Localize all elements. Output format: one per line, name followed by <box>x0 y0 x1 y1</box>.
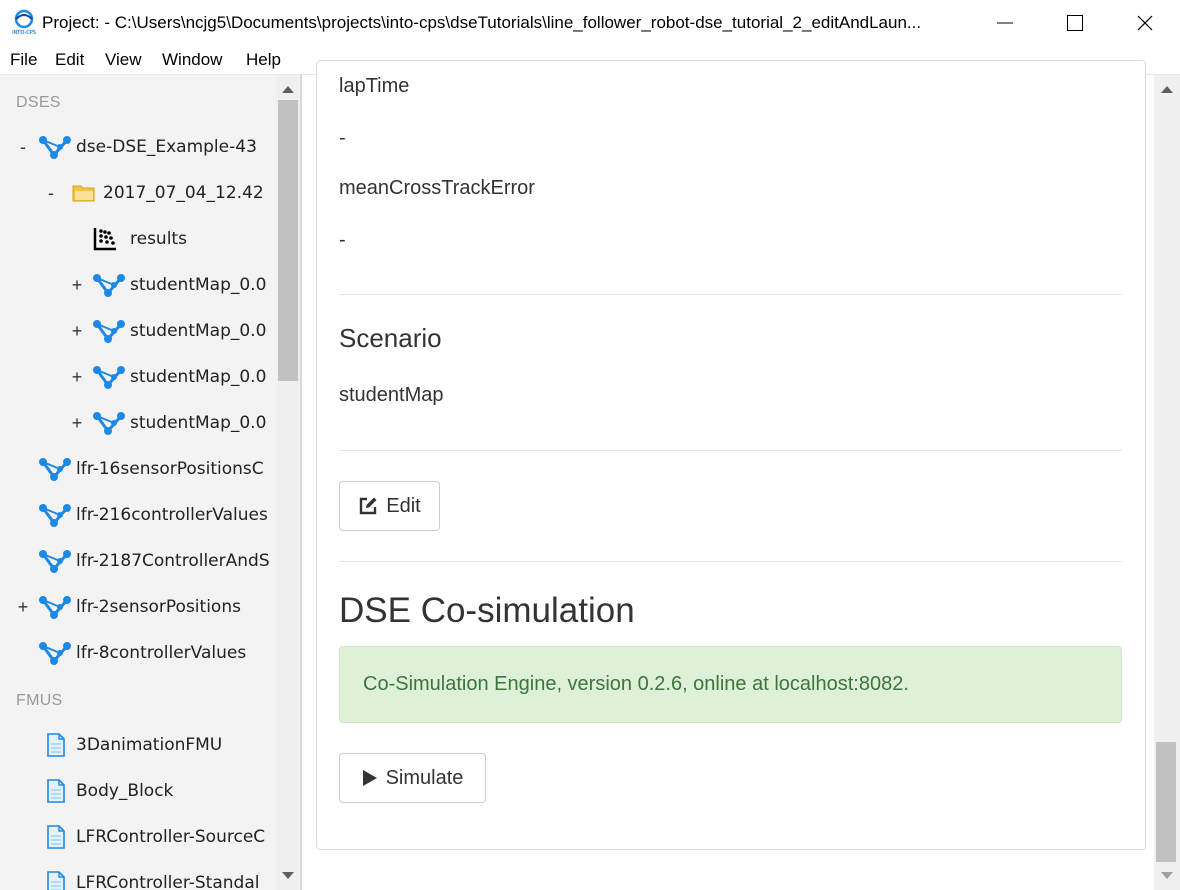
edit-icon <box>360 497 377 515</box>
dse-icon <box>38 456 72 482</box>
tree-item-label: lfr-2sensorPositions <box>76 597 241 617</box>
into-cps-app-icon: INTO-CPS <box>11 9 37 37</box>
tree-item-lfr-16sensor[interactable]: lfr-16sensorPositionsC <box>0 454 276 484</box>
tree-item-label: studentMap_0.0 <box>130 413 267 433</box>
menu-edit[interactable]: Edit <box>55 50 84 70</box>
tree-item-label: 2017_07_04_12.42 <box>103 183 264 203</box>
tree-item-label: studentMap_0.0 <box>130 321 267 341</box>
minimize-button[interactable] <box>970 0 1040 46</box>
objective-value-crosstrack: - <box>339 229 346 251</box>
minimize-icon <box>997 22 1013 24</box>
scroll-up-arrow-icon[interactable] <box>282 85 294 93</box>
tree-item-lfr-2sensor[interactable]: + lfr-2sensorPositions <box>0 592 276 622</box>
tree-item-studentmap[interactable]: + studentMap_0.0 <box>0 408 276 438</box>
folder-icon <box>72 185 95 202</box>
simulate-button[interactable]: Simulate <box>339 753 486 803</box>
cosim-status-alert: Co-Simulation Engine, version 0.2.6, onl… <box>339 646 1122 723</box>
edit-button[interactable]: Edit <box>339 481 440 531</box>
tree-item-fmu[interactable]: Body_Block <box>0 776 276 806</box>
divider <box>339 450 1122 451</box>
simulate-button-label: Simulate <box>385 766 464 789</box>
tree-item-label: lfr-16sensorPositionsC <box>76 459 264 479</box>
svg-text:INTO-CPS: INTO-CPS <box>12 30 36 36</box>
scroll-down-arrow-icon[interactable] <box>282 872 294 880</box>
dses-section-header: DSES <box>16 94 61 111</box>
expand-toggle[interactable]: + <box>70 275 84 296</box>
tree-item-dse-example[interactable]: - dse-DSE_Example-43 <box>0 132 276 162</box>
tree-item-label: lfr-2187ControllerAndS <box>76 551 270 571</box>
tree-item-label: results <box>130 229 187 249</box>
pane-divider[interactable] <box>300 75 302 890</box>
dse-icon <box>38 640 72 666</box>
maximize-button[interactable] <box>1040 0 1110 46</box>
dse-icon <box>38 548 72 574</box>
edit-button-label: Edit <box>386 494 421 517</box>
expand-toggle[interactable]: + <box>70 321 84 342</box>
tree-item-label: Body_Block <box>76 781 174 801</box>
tree-item-results[interactable]: results <box>0 224 276 254</box>
expand-toggle[interactable]: + <box>70 413 84 434</box>
menu-window[interactable]: Window <box>162 50 222 70</box>
menu-file[interactable]: File <box>10 50 37 70</box>
tree-item-results-folder[interactable]: - 2017_07_04_12.42 <box>0 178 276 208</box>
objective-name-crosstrack: meanCrossTrackError <box>339 177 535 199</box>
file-icon <box>46 871 66 890</box>
tree-item-studentmap[interactable]: + studentMap_0.0 <box>0 362 276 392</box>
dse-icon <box>38 594 72 620</box>
dse-icon <box>92 364 126 390</box>
tree-item-fmu[interactable]: 3DanimationFMU <box>0 730 276 760</box>
fmus-section-header: FMUS <box>16 692 63 709</box>
expand-toggle[interactable]: + <box>70 367 84 388</box>
tree-item-label: lfr-8controllerValues <box>76 643 247 663</box>
tree-item-lfr-8controller[interactable]: lfr-8controllerValues <box>0 638 276 668</box>
window-title: Project: - C:\Users\ncjg5\Documents\proj… <box>42 13 922 32</box>
divider <box>339 561 1122 562</box>
scatter-chart-icon <box>93 228 116 251</box>
tree-item-label: 3DanimationFMU <box>76 735 223 755</box>
cosim-status-text: Co-Simulation Engine, version 0.2.6, onl… <box>363 673 909 695</box>
scenario-value: studentMap <box>339 384 444 406</box>
tree-item-fmu[interactable]: LFRController-SourceC <box>0 822 276 852</box>
dse-icon <box>38 134 72 160</box>
tree-item-fmu[interactable]: LFRController-Standal <box>0 868 276 890</box>
tree-item-lfr-216controller[interactable]: lfr-216controllerValues <box>0 500 276 530</box>
menu-view[interactable]: View <box>105 50 142 70</box>
dse-icon <box>38 502 72 528</box>
collapse-toggle[interactable]: - <box>16 137 30 158</box>
tree-item-studentmap[interactable]: + studentMap_0.0 <box>0 270 276 300</box>
title-bar: INTO-CPS Project: - C:\Users\ncjg5\Docum… <box>0 0 1180 46</box>
tree-item-label: studentMap_0.0 <box>130 367 267 387</box>
maximize-icon <box>1067 15 1083 31</box>
play-icon <box>362 770 377 786</box>
file-icon <box>46 825 66 849</box>
file-icon <box>46 733 66 757</box>
divider <box>339 294 1122 295</box>
tree-item-label: lfr-216controllerValues <box>76 505 268 525</box>
tree-item-label: LFRController-SourceC <box>76 827 266 847</box>
scroll-down-arrow-icon[interactable] <box>1161 872 1173 880</box>
scenario-heading: Scenario <box>339 323 442 353</box>
tree-item-label: studentMap_0.0 <box>130 275 267 295</box>
sidebar-scrollbar-thumb[interactable] <box>278 100 298 381</box>
menu-help[interactable]: Help <box>246 50 281 70</box>
objective-value-laptime: - <box>339 127 346 149</box>
scroll-up-arrow-icon[interactable] <box>1161 85 1173 93</box>
tree-item-lfr-2187controller[interactable]: lfr-2187ControllerAndS <box>0 546 276 576</box>
file-icon <box>46 779 66 803</box>
dse-icon <box>92 410 126 436</box>
tree-item-label: LFRController-Standal <box>76 873 260 890</box>
main-scrollbar-thumb[interactable] <box>1156 742 1176 862</box>
expand-toggle[interactable]: + <box>16 597 30 618</box>
collapse-toggle[interactable]: - <box>44 183 58 204</box>
close-button[interactable] <box>1110 0 1180 46</box>
tree-item-studentmap[interactable]: + studentMap_0.0 <box>0 316 276 346</box>
close-icon <box>1137 15 1153 31</box>
tree-item-label: dse-DSE_Example-43 <box>76 137 257 157</box>
cosim-heading: DSE Co-simulation <box>339 591 635 630</box>
project-browser: DSES - dse-DSE_Example-43 - 2017_07_04_1… <box>0 75 300 890</box>
objective-name-laptime: lapTime <box>339 75 410 97</box>
dse-icon <box>92 318 126 344</box>
dse-icon <box>92 272 126 298</box>
